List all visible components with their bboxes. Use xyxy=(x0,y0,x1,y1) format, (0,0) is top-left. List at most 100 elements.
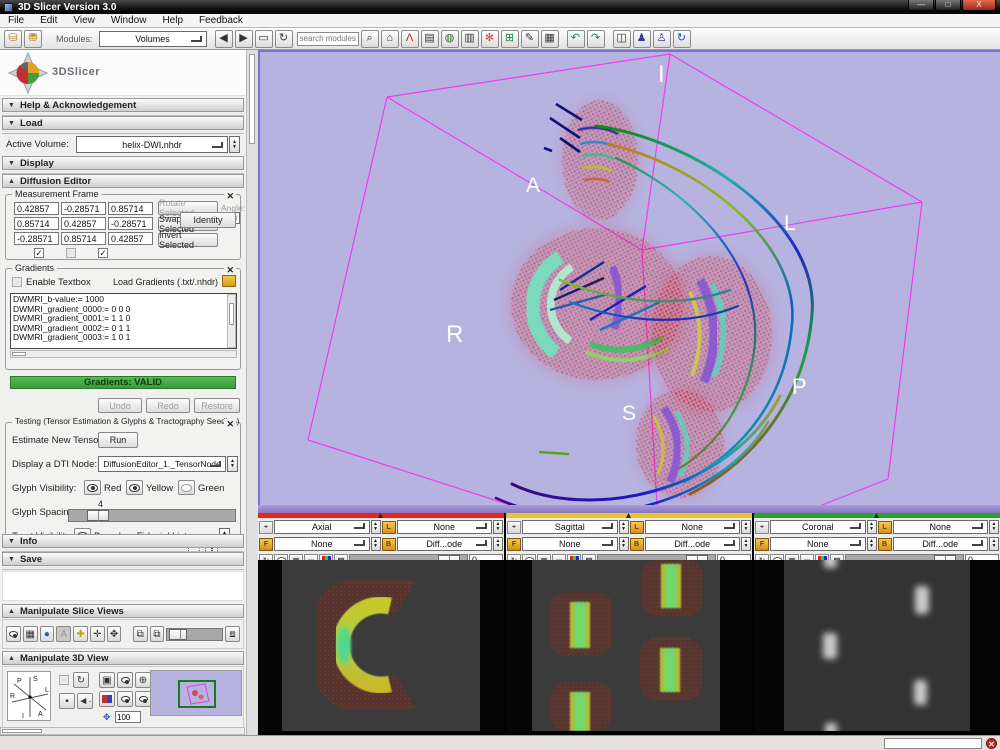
section-help[interactable]: ▼Help & Acknowledgement xyxy=(2,98,244,112)
spin-view-checkbox[interactable] xyxy=(59,675,69,685)
coronal-label-layer-icon[interactable]: L xyxy=(878,521,892,534)
measurements-module-icon[interactable]: Λ xyxy=(401,30,419,48)
colors-module-icon[interactable]: ▦ xyxy=(541,30,559,48)
models-module-icon[interactable]: ◍ xyxy=(441,30,459,48)
select-box-icon[interactable]: ⊕ xyxy=(135,672,151,688)
module-forward-icon[interactable]: ▶ xyxy=(235,30,253,48)
sagittal-fg-layer-icon[interactable]: F xyxy=(507,538,521,551)
redo-button[interactable]: Redo xyxy=(146,398,190,413)
sagittal-foreground-dropdown[interactable]: None xyxy=(522,537,618,551)
active-volume-spinner[interactable]: ▲▼ xyxy=(229,136,240,153)
sagittal-fg-spinner[interactable]: ▲▼ xyxy=(619,537,629,551)
orthographic-icon[interactable]: ▣ xyxy=(99,672,115,688)
opacity-slider[interactable] xyxy=(166,628,223,641)
panel-hscrollbar[interactable] xyxy=(0,727,245,735)
visibility-3d-icon[interactable] xyxy=(117,672,133,688)
sagittal-bg-layer-icon[interactable]: B xyxy=(630,538,644,551)
section-save[interactable]: ▼Save xyxy=(2,552,244,566)
center-view-icon[interactable]: ▪ xyxy=(59,693,75,709)
coronal-colorbar[interactable] xyxy=(754,513,1000,518)
menu-view[interactable]: View xyxy=(65,15,103,26)
load-scene-icon[interactable]: ⛁ xyxy=(4,30,22,48)
search-input[interactable] xyxy=(297,32,359,46)
volumes-module-icon[interactable]: ▥ xyxy=(461,30,479,48)
sagittal-colorbar[interactable] xyxy=(506,513,752,518)
column-checkbox-2[interactable] xyxy=(66,248,76,258)
matrix-cell[interactable]: 0.85714 xyxy=(108,202,153,215)
coronal-slice-image[interactable] xyxy=(754,560,1000,731)
sagittal-bg-spinner[interactable]: ▲▼ xyxy=(741,537,751,551)
navigation-preview[interactable] xyxy=(150,670,242,716)
coronal-bg-layer-icon[interactable]: B xyxy=(878,538,892,551)
axial-bg-layer-icon[interactable]: B xyxy=(382,538,396,551)
module-refresh-icon[interactable]: ↻ xyxy=(275,30,293,48)
viewer-3d[interactable]: I A L R P S xyxy=(258,50,1000,505)
slice-fit-icon[interactable]: ▦ xyxy=(23,626,38,642)
axial-orientation-dropdown[interactable]: Axial xyxy=(274,520,370,534)
axial-background-dropdown[interactable]: Diff...ode xyxy=(397,537,493,551)
matrix-cell[interactable]: -0.28571 xyxy=(108,217,153,230)
axial-label-layer-icon[interactable]: L xyxy=(382,521,396,534)
invert-selected-button[interactable]: Invert Selected xyxy=(158,233,218,247)
coronal-label-spinner[interactable]: ▲▼ xyxy=(989,520,999,534)
gradients-hscrollbar[interactable] xyxy=(10,350,237,358)
sagittal-menu-icon[interactable]: ⌖ xyxy=(507,521,521,534)
sagittal-orientation-dropdown[interactable]: Sagittal xyxy=(522,520,618,534)
fiducial-select-icon[interactable]: ♙ xyxy=(653,30,671,48)
update-icon[interactable]: ↻ xyxy=(673,30,691,48)
undo-button[interactable]: Undo xyxy=(98,398,142,413)
axial-menu-icon[interactable]: ⌖ xyxy=(259,521,273,534)
search-module-icon[interactable]: ⌕ xyxy=(361,30,379,48)
section-diffusion-editor[interactable]: ▲Diffusion Editor xyxy=(2,174,244,188)
save-scene-icon[interactable]: ⛃ xyxy=(24,30,42,48)
column-checkbox-1[interactable]: ✓ xyxy=(34,248,44,258)
home-module-icon[interactable]: ⌂ xyxy=(381,30,399,48)
orientation-compass[interactable]: P S R L I A xyxy=(7,671,51,721)
menu-edit[interactable]: Edit xyxy=(32,15,65,26)
coronal-background-dropdown[interactable]: Diff...ode xyxy=(893,537,989,551)
coronal-bg-spinner[interactable]: ▲▼ xyxy=(989,537,999,551)
look-from-icon[interactable]: ◄· xyxy=(77,693,93,709)
data-module-icon[interactable]: ▤ xyxy=(421,30,439,48)
run-button[interactable]: Run xyxy=(98,432,138,448)
identity-button[interactable]: Identity xyxy=(180,212,236,228)
sagittal-slice-image[interactable] xyxy=(506,560,752,731)
sagittal-orientation-spinner[interactable]: ▲▼ xyxy=(619,520,629,534)
gradients-vscrollbar[interactable] xyxy=(227,294,236,348)
module-back-icon[interactable]: ◀ xyxy=(215,30,233,48)
crosshair-thick-icon[interactable]: ✛ xyxy=(90,626,105,642)
zoom-factor-input[interactable] xyxy=(115,711,141,723)
dti-node-spinner[interactable]: ▲▼ xyxy=(227,456,238,472)
active-volume-dropdown[interactable]: helix-DWI.nhdr xyxy=(76,136,228,153)
redo-icon[interactable]: ↷ xyxy=(587,30,605,48)
axial-colorbar[interactable] xyxy=(258,513,504,518)
red-blue-stereo-icon[interactable] xyxy=(99,691,115,707)
axial-bg-spinner[interactable]: ▲▼ xyxy=(493,537,503,551)
section-manipulate-3d-view[interactable]: ▲Manipulate 3D View xyxy=(2,651,244,665)
layer-link-icon[interactable]: ⧉ xyxy=(150,626,165,642)
coronal-fg-spinner[interactable]: ▲▼ xyxy=(867,537,877,551)
close-button[interactable]: X xyxy=(962,0,996,11)
maximize-button[interactable]: □ xyxy=(935,0,961,11)
red-glyph-eye-icon[interactable] xyxy=(84,480,101,495)
section-manipulate-slice-views[interactable]: ▲Manipulate Slice Views xyxy=(2,604,244,618)
transforms-module-icon[interactable]: ⊞ xyxy=(501,30,519,48)
section-info[interactable]: ▼Info xyxy=(2,534,244,548)
matrix-cell[interactable]: -0.28571 xyxy=(14,232,59,245)
modules-dropdown[interactable]: Volumes xyxy=(99,31,207,47)
sagittal-label-layer-icon[interactable]: L xyxy=(630,521,644,534)
panel-vscrollbar[interactable] xyxy=(246,50,258,735)
green-glyph-eye-icon[interactable] xyxy=(178,480,195,495)
matrix-cell[interactable]: 0.85714 xyxy=(61,232,106,245)
axial-label-spinner[interactable]: ▲▼ xyxy=(493,520,503,534)
coronal-orientation-dropdown[interactable]: Coronal xyxy=(770,520,866,534)
sagittal-label-dropdown[interactable]: None xyxy=(645,520,741,534)
slice-label-opacity-icon[interactable]: A xyxy=(56,626,71,642)
section-display[interactable]: ▼Display xyxy=(2,156,244,170)
crosshair-icon[interactable]: ✚ xyxy=(73,626,88,642)
restore-button[interactable]: Restore xyxy=(194,398,240,413)
fiducials-module-icon[interactable]: ✻ xyxy=(481,30,499,48)
yellow-glyph-eye-icon[interactable] xyxy=(126,480,143,495)
matrix-cell[interactable]: 0.42857 xyxy=(14,202,59,215)
menu-file[interactable]: File xyxy=(0,15,32,26)
